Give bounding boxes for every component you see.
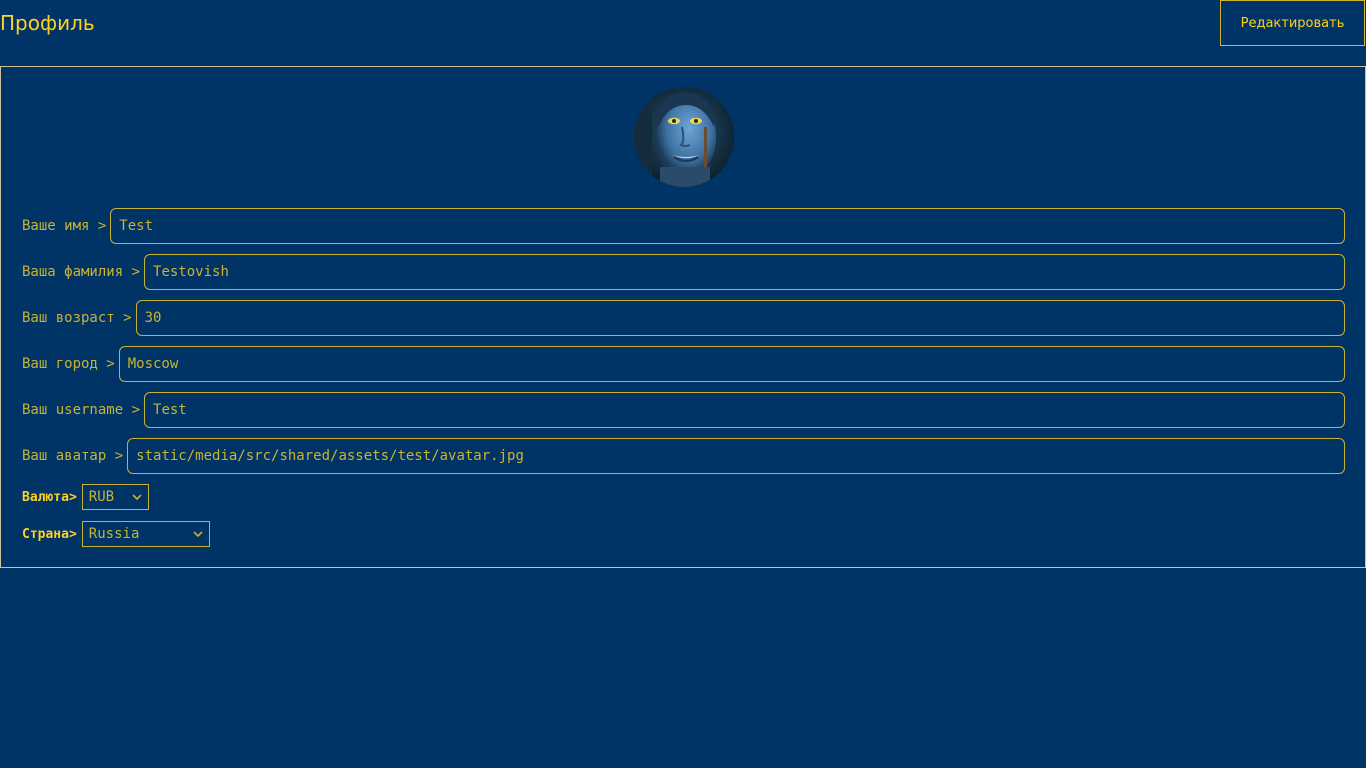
country-label: Страна>	[22, 526, 77, 542]
last-name-field[interactable]	[144, 254, 1345, 290]
first-name-row: Ваше имя >	[22, 208, 1345, 244]
currency-row: Валюта> RUB	[22, 484, 149, 510]
last-name-row: Ваша фамилия >	[22, 254, 1345, 290]
profile-card: Ваше имя > Ваша фамилия > Ваш возраст > …	[0, 66, 1366, 568]
first-name-label: Ваше имя >	[22, 218, 107, 234]
avatar-url-field[interactable]	[127, 438, 1345, 474]
age-row: Ваш возраст >	[22, 300, 1345, 336]
currency-label: Валюта>	[22, 489, 77, 505]
age-field[interactable]	[135, 300, 1345, 336]
avatar-url-label: Ваш аватар >	[22, 448, 124, 464]
edit-button[interactable]: Редактировать	[1220, 0, 1365, 46]
country-row: Страна> Russia	[22, 521, 210, 547]
city-label: Ваш город >	[22, 356, 115, 372]
age-label: Ваш возраст >	[22, 310, 132, 326]
avatar-url-row: Ваш аватар >	[22, 438, 1345, 474]
chevron-down-icon	[132, 493, 142, 501]
username-field[interactable]	[144, 392, 1345, 428]
currency-select[interactable]: RUB	[81, 484, 149, 510]
avatar-image	[634, 87, 734, 187]
avatar	[634, 87, 734, 187]
city-field[interactable]	[118, 346, 1345, 382]
username-row: Ваш username >	[22, 392, 1345, 428]
city-row: Ваш город >	[22, 346, 1345, 382]
last-name-label: Ваша фамилия >	[22, 264, 141, 280]
country-select[interactable]: Russia	[81, 521, 210, 547]
username-label: Ваш username >	[22, 402, 141, 418]
first-name-field[interactable]	[110, 208, 1345, 244]
chevron-down-icon	[193, 530, 203, 538]
page-title: Профиль	[0, 11, 95, 35]
country-selected-value: Russia	[88, 526, 140, 542]
currency-selected-value: RUB	[88, 489, 115, 505]
